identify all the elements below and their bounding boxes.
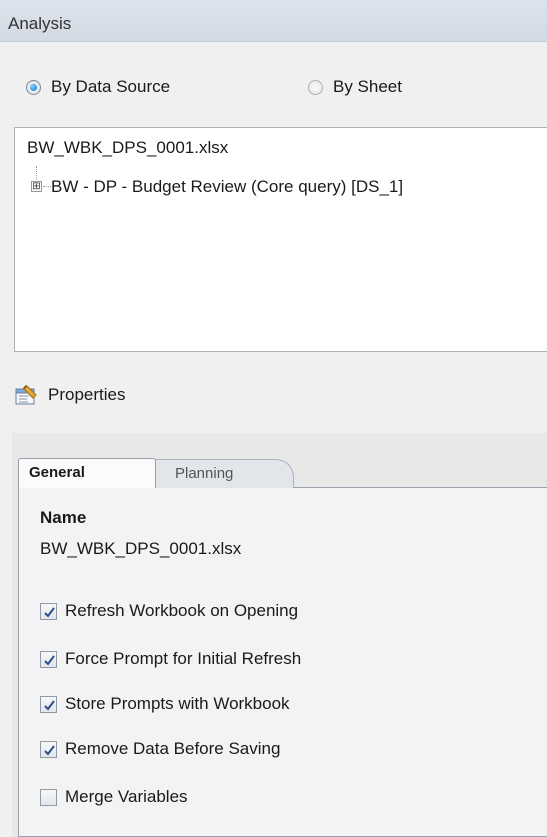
checkbox-checked-icon[interactable] (40, 650, 57, 668)
tree-node-query[interactable]: BW - DP - Budget Review (Core query) [DS… (51, 177, 403, 197)
properties-icon (15, 385, 37, 405)
tree-root-workbook[interactable]: BW_WBK_DPS_0001.xlsx (27, 138, 228, 158)
by-data-source-label: By Data Source (51, 77, 171, 96)
panel-titlebar: Analysis (0, 0, 547, 42)
name-label: Name (40, 508, 87, 527)
force-prompt-option[interactable]: Force Prompt for Initial Refresh (40, 648, 301, 670)
remove-data-label: Remove Data Before Saving (65, 739, 281, 758)
tab-general[interactable]: General (18, 458, 156, 488)
refresh-on-opening-option[interactable]: Refresh Workbook on Opening (40, 600, 298, 622)
radio-selected-icon[interactable] (26, 79, 41, 95)
checkbox-checked-icon[interactable] (40, 602, 57, 620)
store-prompts-label: Store Prompts with Workbook (65, 694, 290, 713)
remove-data-option[interactable]: Remove Data Before Saving (40, 738, 280, 760)
properties-header: Properties (14, 381, 125, 409)
by-sheet-label: By Sheet (333, 77, 402, 96)
by-sheet-radio[interactable]: By Sheet (308, 76, 402, 98)
checkbox-unchecked-icon[interactable] (40, 788, 57, 806)
tree-connector-horizontal (43, 186, 51, 187)
checkbox-checked-icon[interactable] (40, 695, 57, 713)
store-prompts-option[interactable]: Store Prompts with Workbook (40, 693, 290, 715)
merge-variables-option[interactable]: Merge Variables (40, 786, 188, 808)
radio-unselected-icon[interactable] (308, 79, 323, 95)
tree-connector-vertical (36, 166, 37, 180)
by-data-source-radio[interactable]: By Data Source (26, 76, 170, 98)
name-value: BW_WBK_DPS_0001.xlsx (40, 539, 242, 558)
panel-title: Analysis (8, 14, 72, 33)
checkbox-checked-icon[interactable] (40, 740, 57, 758)
refresh-on-opening-label: Refresh Workbook on Opening (65, 601, 299, 620)
merge-variables-label: Merge Variables (65, 787, 188, 806)
data-source-tree[interactable]: BW_WBK_DPS_0001.xlsx ⊞ BW - DP - Budget … (14, 127, 547, 352)
expand-plus-icon[interactable]: ⊞ (31, 181, 42, 192)
force-prompt-label: Force Prompt for Initial Refresh (65, 649, 302, 668)
tab-planning[interactable]: Planning (148, 459, 294, 488)
properties-title: Properties (48, 385, 126, 404)
